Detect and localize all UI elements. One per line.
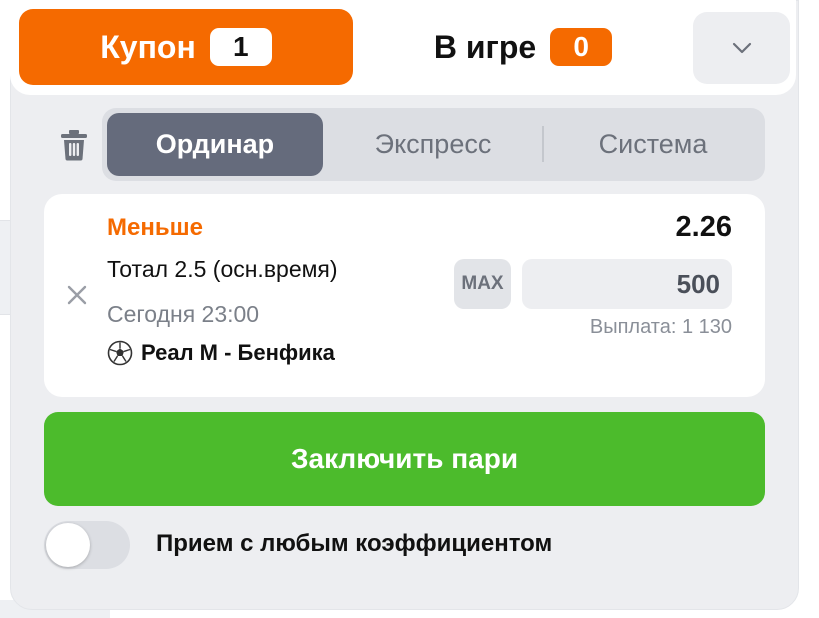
trash-icon [61, 130, 87, 161]
soccer-ball-icon [107, 340, 133, 366]
place-bet-button[interactable]: Заключить пари [44, 412, 765, 506]
collapse-button[interactable] [693, 12, 790, 84]
close-icon [67, 285, 87, 305]
tab-live-label: В игре [433, 28, 537, 65]
tab-live-count-badge: 0 [550, 28, 613, 66]
remove-bet-button[interactable] [64, 282, 90, 308]
bet-type-system[interactable]: Система [546, 113, 760, 176]
payout-amount: Выплата: 1 130 [589, 316, 732, 338]
accept-any-odds-toggle[interactable] [44, 521, 130, 569]
segment-divider [542, 126, 544, 162]
max-stake-button[interactable]: MAX [454, 259, 511, 309]
event-match: Реал М - Бенфика [107, 340, 335, 366]
tab-coupon-label: Купон [100, 28, 196, 65]
toggle-knob [46, 523, 90, 567]
bet-card: Меньше 2.26 Тотал 2.5 (осн.время) Сегодн… [44, 194, 765, 397]
bet-type-switcher: Ординар Экспресс Система [102, 108, 765, 181]
bet-market: Тотал 2.5 (осн.время) [107, 256, 338, 282]
bet-type-express[interactable]: Экспресс [327, 113, 539, 176]
chevron-down-icon [732, 42, 751, 54]
accept-any-odds-label: Прием с любым коэффициентом [156, 530, 553, 557]
clear-coupon-button[interactable] [55, 126, 93, 164]
tab-coupon[interactable]: Купон 1 [19, 9, 353, 85]
bet-type-single[interactable]: Ординар [107, 113, 323, 176]
bet-odds: 2.26 [675, 211, 732, 243]
tab-live[interactable]: В игре 0 [378, 9, 668, 85]
stake-input[interactable] [522, 259, 732, 309]
event-match-name: Реал М - Бенфика [141, 340, 335, 365]
tab-coupon-count-badge: 1 [209, 28, 272, 66]
bet-outcome: Меньше [107, 214, 203, 241]
event-datetime: Сегодня 23:00 [107, 301, 260, 327]
